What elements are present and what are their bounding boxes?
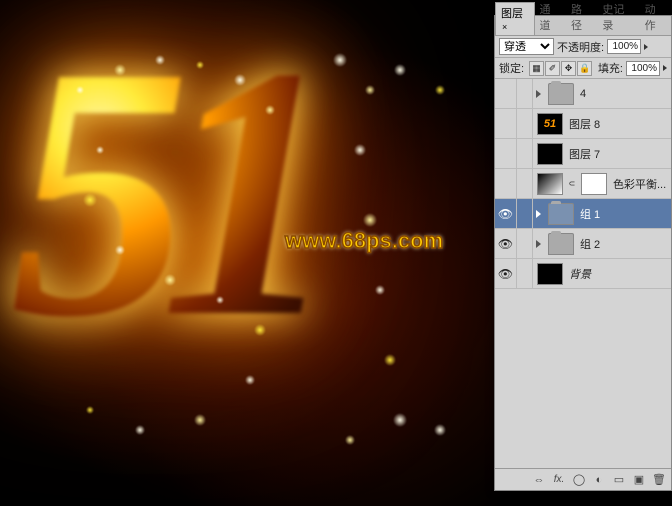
visibility-toggle[interactable] xyxy=(495,109,517,138)
lock-icons: ▦ ✐ ✥ 🔒 xyxy=(529,61,592,76)
lock-paint-icon[interactable]: ✐ xyxy=(545,61,560,76)
expand-icon[interactable] xyxy=(536,240,541,248)
eye-icon: 👁 xyxy=(498,207,513,221)
fill-label: 填充: xyxy=(598,60,623,76)
layers-panel: 图层× 通道 路径 史记录 动作 穿透 不透明度: 100% 锁定: ▦ ✐ ✥… xyxy=(494,15,672,491)
visibility-toggle[interactable] xyxy=(495,79,517,108)
layer-name[interactable]: 背景 xyxy=(567,266,671,282)
tab-layers[interactable]: 图层× xyxy=(495,2,535,35)
new-layer-icon[interactable]: ▣ xyxy=(630,472,648,488)
lock-position-icon[interactable]: ✥ xyxy=(561,61,576,76)
opacity-input[interactable]: 100% xyxy=(607,39,641,54)
layer-name[interactable]: 图层 7 xyxy=(567,146,671,162)
folder-icon xyxy=(548,203,574,225)
chevron-right-icon[interactable] xyxy=(644,44,648,50)
fill-input[interactable]: 100% xyxy=(626,61,660,76)
adjustment-layer-icon[interactable]: ◐ xyxy=(590,472,608,488)
layer-row[interactable]: 👁 组 1 xyxy=(495,199,671,229)
link-col[interactable] xyxy=(517,229,533,258)
layer-row[interactable]: ⊂ 色彩平衡... xyxy=(495,169,671,199)
tab-history[interactable]: 史记录 xyxy=(597,0,639,35)
link-col[interactable] xyxy=(517,109,533,138)
chevron-right-icon[interactable] xyxy=(663,65,667,71)
layer-row[interactable]: 51 图层 8 xyxy=(495,109,671,139)
visibility-toggle[interactable]: 👁 xyxy=(495,199,517,228)
layer-name[interactable]: 组 1 xyxy=(578,206,671,222)
adjustment-thumbnail xyxy=(537,173,563,195)
layer-thumbnail xyxy=(537,263,563,285)
layer-name[interactable]: 组 2 xyxy=(578,236,671,252)
tab-channels[interactable]: 通道 xyxy=(535,0,566,35)
layer-row[interactable]: 4 xyxy=(495,79,671,109)
tab-actions[interactable]: 动作 xyxy=(640,0,671,35)
link-col[interactable] xyxy=(517,199,533,228)
watermark-text: www.68ps.com xyxy=(285,228,443,254)
layer-name[interactable]: 图层 8 xyxy=(567,116,671,132)
layer-thumbnail: 51 xyxy=(537,113,563,135)
visibility-toggle[interactable] xyxy=(495,169,517,198)
layer-row[interactable]: 图层 7 xyxy=(495,139,671,169)
lock-label: 锁定: xyxy=(499,60,524,76)
eye-icon: 👁 xyxy=(498,267,513,281)
visibility-toggle[interactable] xyxy=(495,139,517,168)
lock-all-icon[interactable]: 🔒 xyxy=(577,61,592,76)
layer-row[interactable]: 👁 背景 xyxy=(495,259,671,289)
opacity-label: 不透明度: xyxy=(557,39,604,55)
close-icon[interactable]: × xyxy=(502,22,507,32)
panel-tabs: 图层× 通道 路径 史记录 动作 xyxy=(495,16,671,36)
visibility-toggle[interactable]: 👁 xyxy=(495,259,517,288)
mask-thumbnail xyxy=(581,173,607,195)
fx-icon[interactable]: fx. xyxy=(550,472,568,488)
blend-row: 穿透 不透明度: 100% xyxy=(495,36,671,58)
blend-mode-select[interactable]: 穿透 xyxy=(499,38,554,55)
artwork-text: 51 xyxy=(10,30,310,354)
link-col[interactable] xyxy=(517,139,533,168)
layer-name[interactable]: 4 xyxy=(578,88,671,100)
mask-link-icon[interactable]: ⊂ xyxy=(568,181,576,187)
link-col[interactable] xyxy=(517,79,533,108)
eye-icon: 👁 xyxy=(498,237,513,251)
folder-icon xyxy=(548,233,574,255)
visibility-toggle[interactable]: 👁 xyxy=(495,229,517,258)
lock-transparency-icon[interactable]: ▦ xyxy=(529,61,544,76)
panel-bottombar: ⇔ fx. ◯ ◐ ▭ ▣ 🗑 xyxy=(495,468,671,490)
tab-paths[interactable]: 路径 xyxy=(566,0,597,35)
canvas-area[interactable]: 51 www.68ps.com xyxy=(0,0,500,506)
new-group-icon[interactable]: ▭ xyxy=(610,472,628,488)
link-col[interactable] xyxy=(517,169,533,198)
layers-list: 4 51 图层 8 图层 7 ⊂ 色彩平衡... 👁 组 xyxy=(495,79,671,439)
lock-row: 锁定: ▦ ✐ ✥ 🔒 填充: 100% xyxy=(495,58,671,79)
layer-thumbnail xyxy=(537,143,563,165)
add-mask-icon[interactable]: ◯ xyxy=(570,472,588,488)
layer-row[interactable]: 👁 组 2 xyxy=(495,229,671,259)
folder-icon xyxy=(548,83,574,105)
link-layers-icon[interactable]: ⇔ xyxy=(530,472,548,488)
trash-icon[interactable]: 🗑 xyxy=(650,472,668,488)
layer-name[interactable]: 色彩平衡... xyxy=(611,176,671,192)
link-col[interactable] xyxy=(517,259,533,288)
expand-icon[interactable] xyxy=(536,90,541,98)
expand-icon[interactable] xyxy=(536,210,541,218)
